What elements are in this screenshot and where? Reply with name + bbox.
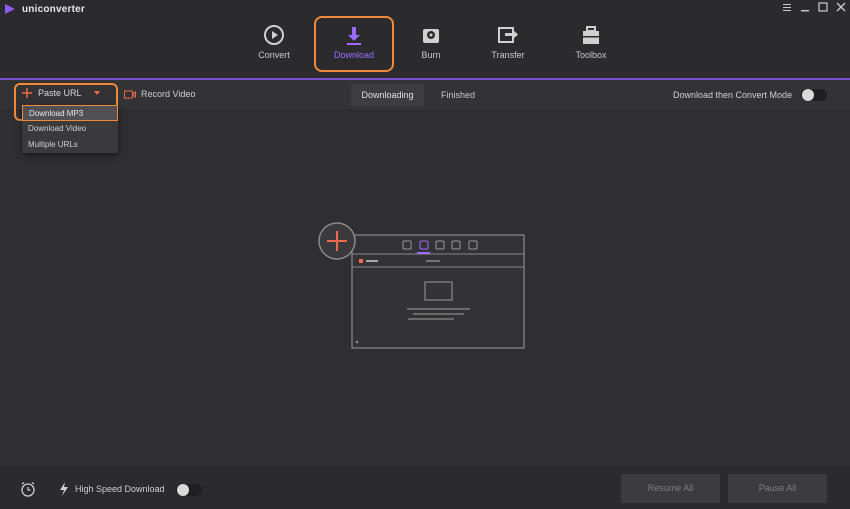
- minimize-icon[interactable]: [800, 2, 810, 12]
- high-speed-download-toggle[interactable]: [176, 484, 202, 496]
- resume-all-button[interactable]: Resume All: [621, 474, 720, 503]
- app-name: uniconverter: [22, 3, 85, 15]
- toggle-knob: [177, 484, 189, 496]
- transfer-icon: [498, 27, 518, 43]
- tab-label: Transfer: [491, 50, 525, 60]
- tab-transfer[interactable]: Transfer: [468, 16, 548, 72]
- window-controls: [782, 2, 846, 12]
- paste-url-dropdown: Download MP3 Download Video Multiple URL…: [22, 105, 118, 153]
- menu-item-download-mp3[interactable]: Download MP3: [22, 105, 118, 121]
- tab-label: Toolbox: [575, 50, 607, 60]
- tab-download[interactable]: Download: [314, 16, 394, 72]
- pause-all-button[interactable]: Pause All: [728, 474, 827, 503]
- convert-icon: [264, 25, 284, 45]
- record-video-label: Record Video: [141, 89, 196, 99]
- tab-label: Convert: [258, 50, 290, 60]
- download-convert-mode-label: Download then Convert Mode: [673, 90, 793, 100]
- toolbox-icon: [583, 26, 599, 44]
- close-icon[interactable]: [836, 2, 846, 12]
- high-speed-download-label: High Speed Download: [75, 484, 165, 494]
- tab-toolbox[interactable]: Toolbox: [551, 16, 631, 72]
- download-icon: [347, 27, 361, 45]
- tab-finished[interactable]: Finished: [424, 84, 492, 106]
- play-logo-icon: [5, 4, 15, 14]
- menu-item-multiple-urls[interactable]: Multiple URLs: [22, 137, 118, 153]
- menu-icon[interactable]: [782, 2, 792, 12]
- video-camera-icon: [124, 90, 136, 98]
- maximize-icon[interactable]: [818, 2, 828, 12]
- tab-label: Download: [333, 50, 375, 60]
- tab-convert[interactable]: Convert: [234, 16, 314, 72]
- record-video-button[interactable]: Record Video: [124, 89, 195, 99]
- lightning-icon: [60, 482, 68, 496]
- app-logo: uniconverter: [4, 3, 85, 15]
- empty-state-illustration: [318, 222, 525, 349]
- tab-label: Burn: [421, 50, 441, 60]
- scheduler-alarm-icon[interactable]: [20, 481, 36, 502]
- tab-burn[interactable]: Burn: [391, 16, 471, 72]
- toggle-knob: [802, 89, 814, 101]
- tab-downloading[interactable]: Downloading: [351, 84, 424, 106]
- burn-icon: [423, 29, 439, 43]
- menu-item-download-video[interactable]: Download Video: [22, 121, 118, 137]
- download-convert-mode-toggle[interactable]: [801, 89, 827, 101]
